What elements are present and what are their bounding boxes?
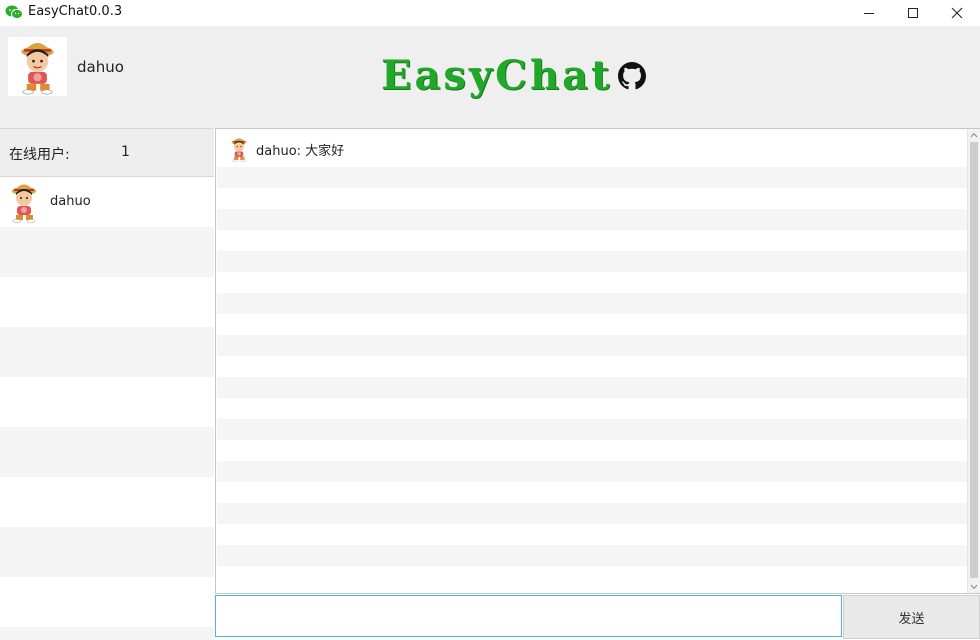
app-window: EasyChat0.0.3 dahuo EasyChat 在线用户: 1 dah… xyxy=(0,0,980,640)
logo-text: EasyChat xyxy=(381,52,613,99)
chat-row-stripe xyxy=(217,167,968,188)
self-username: dahuo xyxy=(77,58,124,76)
user-list-empty-row xyxy=(0,427,214,477)
chat-row-stripe xyxy=(217,314,968,335)
cartoon-avatar-icon xyxy=(21,43,54,95)
app-logo: EasyChat xyxy=(381,52,647,100)
close-icon xyxy=(951,7,963,19)
title-bar: EasyChat0.0.3 xyxy=(0,0,980,26)
chat-row-stripe xyxy=(217,377,968,398)
user-list-empty-row xyxy=(0,377,214,427)
chat-row-stripe xyxy=(217,272,968,293)
chat-row-stripe xyxy=(217,293,968,314)
user-list-empty-row xyxy=(0,527,214,577)
chat-row-stripe xyxy=(217,482,968,503)
user-list-empty-row xyxy=(0,627,214,640)
window-title: EasyChat0.0.3 xyxy=(28,4,123,19)
maximize-icon xyxy=(908,8,918,18)
scroll-down-button[interactable] xyxy=(968,581,980,593)
chat-row-stripe xyxy=(217,209,968,230)
maximize-button[interactable] xyxy=(890,0,936,26)
message-item[interactable]: dahuo: 大家好 xyxy=(228,133,344,165)
online-users-label: 在线用户: xyxy=(9,147,70,163)
chevron-up-icon xyxy=(970,132,978,138)
user-list[interactable]: dahuo xyxy=(0,177,214,640)
user-list-empty-row xyxy=(0,227,214,277)
chat-row-stripe xyxy=(217,419,968,440)
chat-row-stripe xyxy=(217,398,968,419)
user-list-empty-row xyxy=(0,327,214,377)
chat-row-stripe xyxy=(217,566,968,587)
online-users-header: 在线用户: 1 xyxy=(0,128,214,177)
chat-row-stripe xyxy=(217,335,968,356)
self-avatar[interactable] xyxy=(8,37,67,96)
send-button[interactable]: 发送 xyxy=(843,595,980,639)
online-users-panel: 在线用户: 1 dahuo xyxy=(0,128,214,640)
message-text: dahuo: 大家好 xyxy=(256,143,345,159)
message-input[interactable] xyxy=(215,595,842,637)
wechat-icon xyxy=(5,5,23,20)
chevron-down-icon xyxy=(970,584,978,590)
chat-scrollbar[interactable] xyxy=(967,129,980,593)
cartoon-avatar-icon xyxy=(12,184,36,223)
github-icon[interactable] xyxy=(618,62,647,90)
user-list-empty-row xyxy=(0,477,214,527)
chat-row-stripe xyxy=(217,188,968,209)
cartoon-avatar-icon xyxy=(231,138,247,162)
chat-row-stripe xyxy=(217,440,968,461)
online-users-count: 1 xyxy=(121,144,130,160)
chat-row-stripe xyxy=(217,230,968,251)
minimize-button[interactable] xyxy=(846,0,892,26)
chat-row-stripe xyxy=(217,251,968,272)
user-list-empty-row xyxy=(0,577,214,627)
chat-row-stripe xyxy=(217,461,968,482)
scroll-up-button[interactable] xyxy=(968,129,980,141)
close-button[interactable] xyxy=(934,0,980,26)
user-list-name: dahuo xyxy=(50,194,91,209)
app-header: dahuo EasyChat xyxy=(0,26,980,128)
scroll-thumb[interactable] xyxy=(970,142,978,578)
user-list-empty-row xyxy=(0,277,214,327)
user-list-item[interactable]: dahuo xyxy=(0,177,214,227)
chat-row-stripe xyxy=(217,503,968,524)
chat-message-area[interactable]: dahuo: 大家好 xyxy=(215,128,980,594)
chat-row-stripe xyxy=(217,356,968,377)
chat-row-stripe xyxy=(217,524,968,545)
chat-row-stripe xyxy=(217,545,968,566)
minimize-icon xyxy=(864,13,874,14)
